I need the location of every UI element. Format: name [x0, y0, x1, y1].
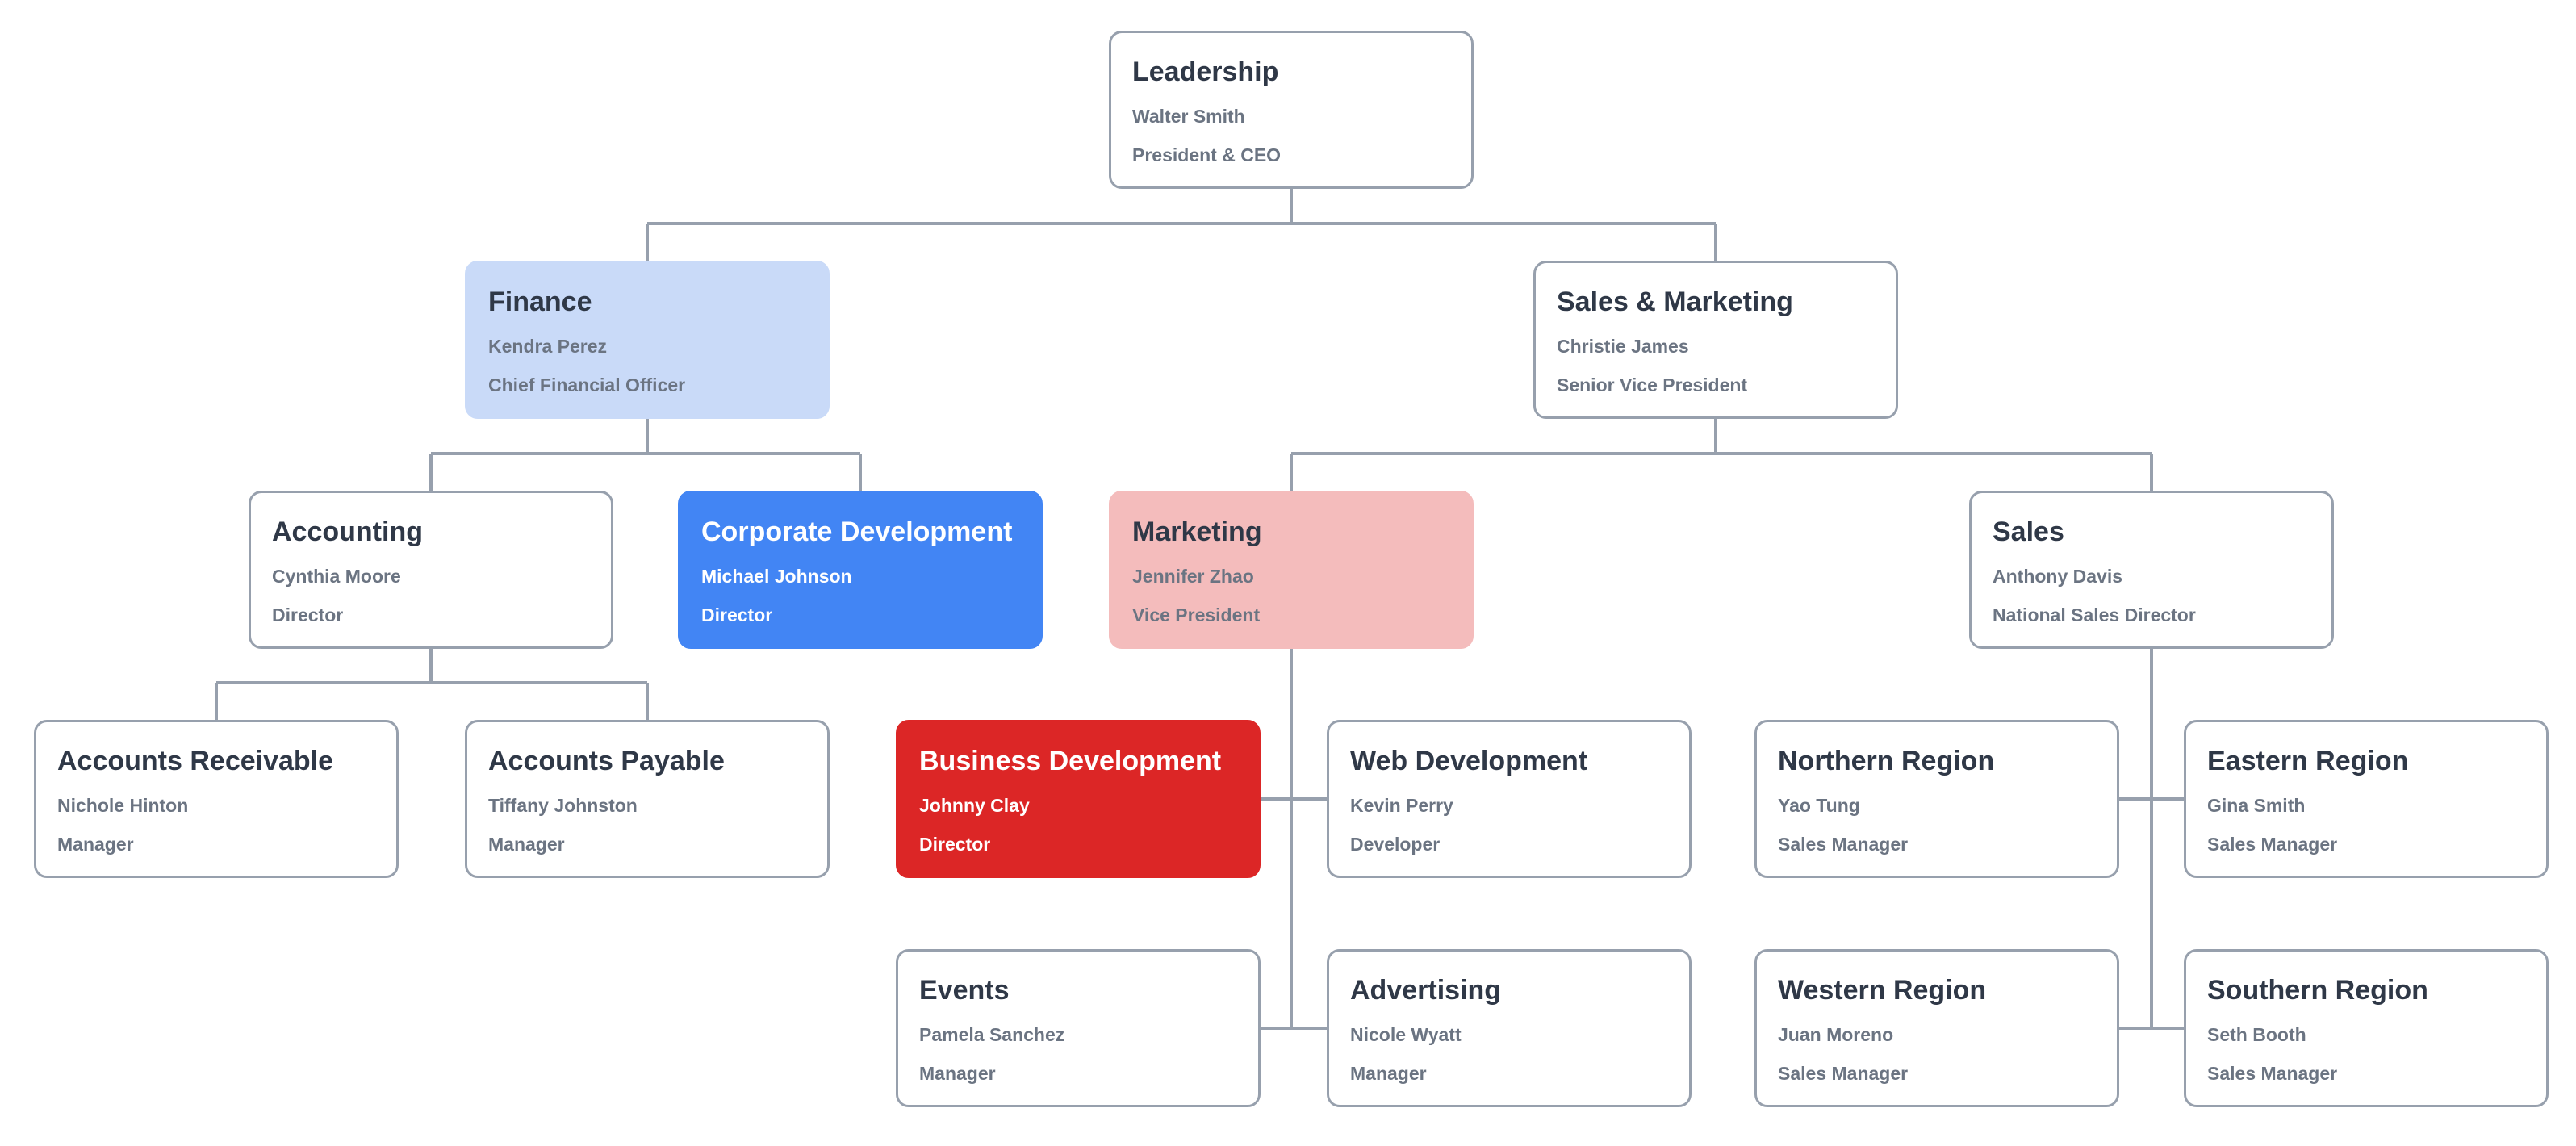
org-node-northern-region[interactable]: Northern Region Yao Tung Sales Manager: [1754, 720, 2119, 878]
org-node-title: Northern Region: [1778, 746, 1995, 776]
org-node-title: Corporate Development: [701, 517, 1013, 547]
org-node-sales-marketing[interactable]: Sales & Marketing Christie James Senior Vi…: [1533, 261, 1898, 419]
org-chart-canvas: Leadership Walter Smith President & CEO Fin…: [0, 0, 2576, 1146]
org-node-role: Manager: [919, 1062, 996, 1084]
org-node-title: Web Development: [1350, 746, 1588, 776]
org-node-role: Chief Financial Officer: [488, 374, 686, 395]
org-node-western-region[interactable]: Western Region Juan Moreno Sales Manager: [1754, 949, 2119, 1107]
org-node-person: Nichole Hinton: [57, 795, 189, 817]
org-node-title: Accounting: [272, 517, 423, 547]
org-node-title: Southern Region: [2207, 975, 2428, 1006]
org-node-person: Anthony Davis: [1993, 566, 2123, 588]
org-node-title: Business Development: [919, 746, 1222, 776]
org-node-role: Sales Manager: [1778, 1062, 1909, 1084]
org-node-role: Sales Manager: [2207, 833, 2338, 855]
org-node-title: Advertising: [1350, 975, 1502, 1006]
org-node-person: Tiffany Johnston: [488, 795, 638, 817]
org-node-role: Manager: [57, 833, 134, 855]
org-node-role: Director: [919, 833, 991, 855]
org-node-title: Finance: [488, 286, 592, 317]
org-node-finance[interactable]: Finance Kendra Perez Chief Financial Offic…: [465, 261, 830, 419]
org-node-role: Developer: [1350, 833, 1441, 855]
org-node-accounting[interactable]: Accounting Cynthia Moore Director: [249, 491, 613, 649]
org-node-sales[interactable]: Sales Anthony Davis National Sales Directo…: [1969, 491, 2334, 649]
org-node-person: Christie James: [1557, 336, 1689, 358]
org-node-corporate-development[interactable]: Corporate Development Michael Johnson Dire…: [678, 491, 1043, 649]
org-node-role: Director: [272, 604, 344, 625]
org-node-title: Marketing: [1132, 517, 1262, 547]
org-node-title: Eastern Region: [2207, 746, 2409, 776]
org-node-person: Jennifer Zhao: [1132, 566, 1254, 588]
org-node-person: Cynthia Moore: [272, 566, 401, 588]
org-node-person: Kendra Perez: [488, 336, 608, 358]
org-node-events[interactable]: Events Pamela Sanchez Manager: [896, 949, 1261, 1107]
org-node-web-development[interactable]: Web Development Kevin Perry Developer: [1327, 720, 1692, 878]
org-node-title: Accounts Receivable: [57, 746, 334, 776]
org-node-marketing[interactable]: Marketing Jennifer Zhao Vice President: [1109, 491, 1474, 649]
org-node-title: Sales & Marketing: [1557, 286, 1793, 317]
org-node-person: Gina Smith: [2207, 795, 2306, 817]
org-node-role: Vice President: [1132, 604, 1261, 625]
org-node-role: Director: [701, 604, 773, 625]
org-node-person: Walter Smith: [1132, 106, 1245, 128]
org-node-title: Sales: [1993, 517, 2064, 547]
org-node-eastern-region[interactable]: Eastern Region Gina Smith Sales Manager: [2184, 720, 2549, 878]
org-node-person: Pamela Sanchez: [919, 1024, 1065, 1046]
org-node-person: Yao Tung: [1778, 795, 1860, 817]
org-node-role: National Sales Director: [1993, 604, 2196, 625]
org-node-person: Nicole Wyatt: [1350, 1024, 1462, 1046]
org-node-title: Western Region: [1778, 975, 1987, 1006]
org-node-advertising[interactable]: Advertising Nicole Wyatt Manager: [1327, 949, 1692, 1107]
org-node-person: Michael Johnson: [701, 566, 852, 588]
org-node-person: Kevin Perry: [1350, 795, 1453, 817]
org-node-title: Accounts Payable: [488, 746, 725, 776]
org-node-leadership[interactable]: Leadership Walter Smith President & CEO: [1109, 31, 1474, 189]
org-node-southern-region[interactable]: Southern Region Seth Booth Sales Manager: [2184, 949, 2549, 1107]
org-node-role: Sales Manager: [1778, 833, 1909, 855]
org-node-accounts-receivable[interactable]: Accounts Receivable Nichole Hinton Manager: [34, 720, 399, 878]
org-node-person: Juan Moreno: [1778, 1024, 1894, 1046]
org-node-accounts-payable[interactable]: Accounts Payable Tiffany Johnston Manager: [465, 720, 830, 878]
org-node-role: Sales Manager: [2207, 1062, 2338, 1084]
org-node-role: President & CEO: [1132, 144, 1282, 165]
org-node-role: Manager: [488, 833, 565, 855]
org-node-person: Johnny Clay: [919, 795, 1030, 817]
org-node-title: Leadership: [1132, 56, 1279, 87]
org-node-title: Events: [919, 975, 1010, 1006]
org-node-role: Senior Vice President: [1557, 374, 1748, 395]
org-node-business-development[interactable]: Business Development Johnny Clay Director: [896, 720, 1261, 878]
org-node-role: Manager: [1350, 1062, 1427, 1084]
org-node-person: Seth Booth: [2207, 1024, 2306, 1046]
